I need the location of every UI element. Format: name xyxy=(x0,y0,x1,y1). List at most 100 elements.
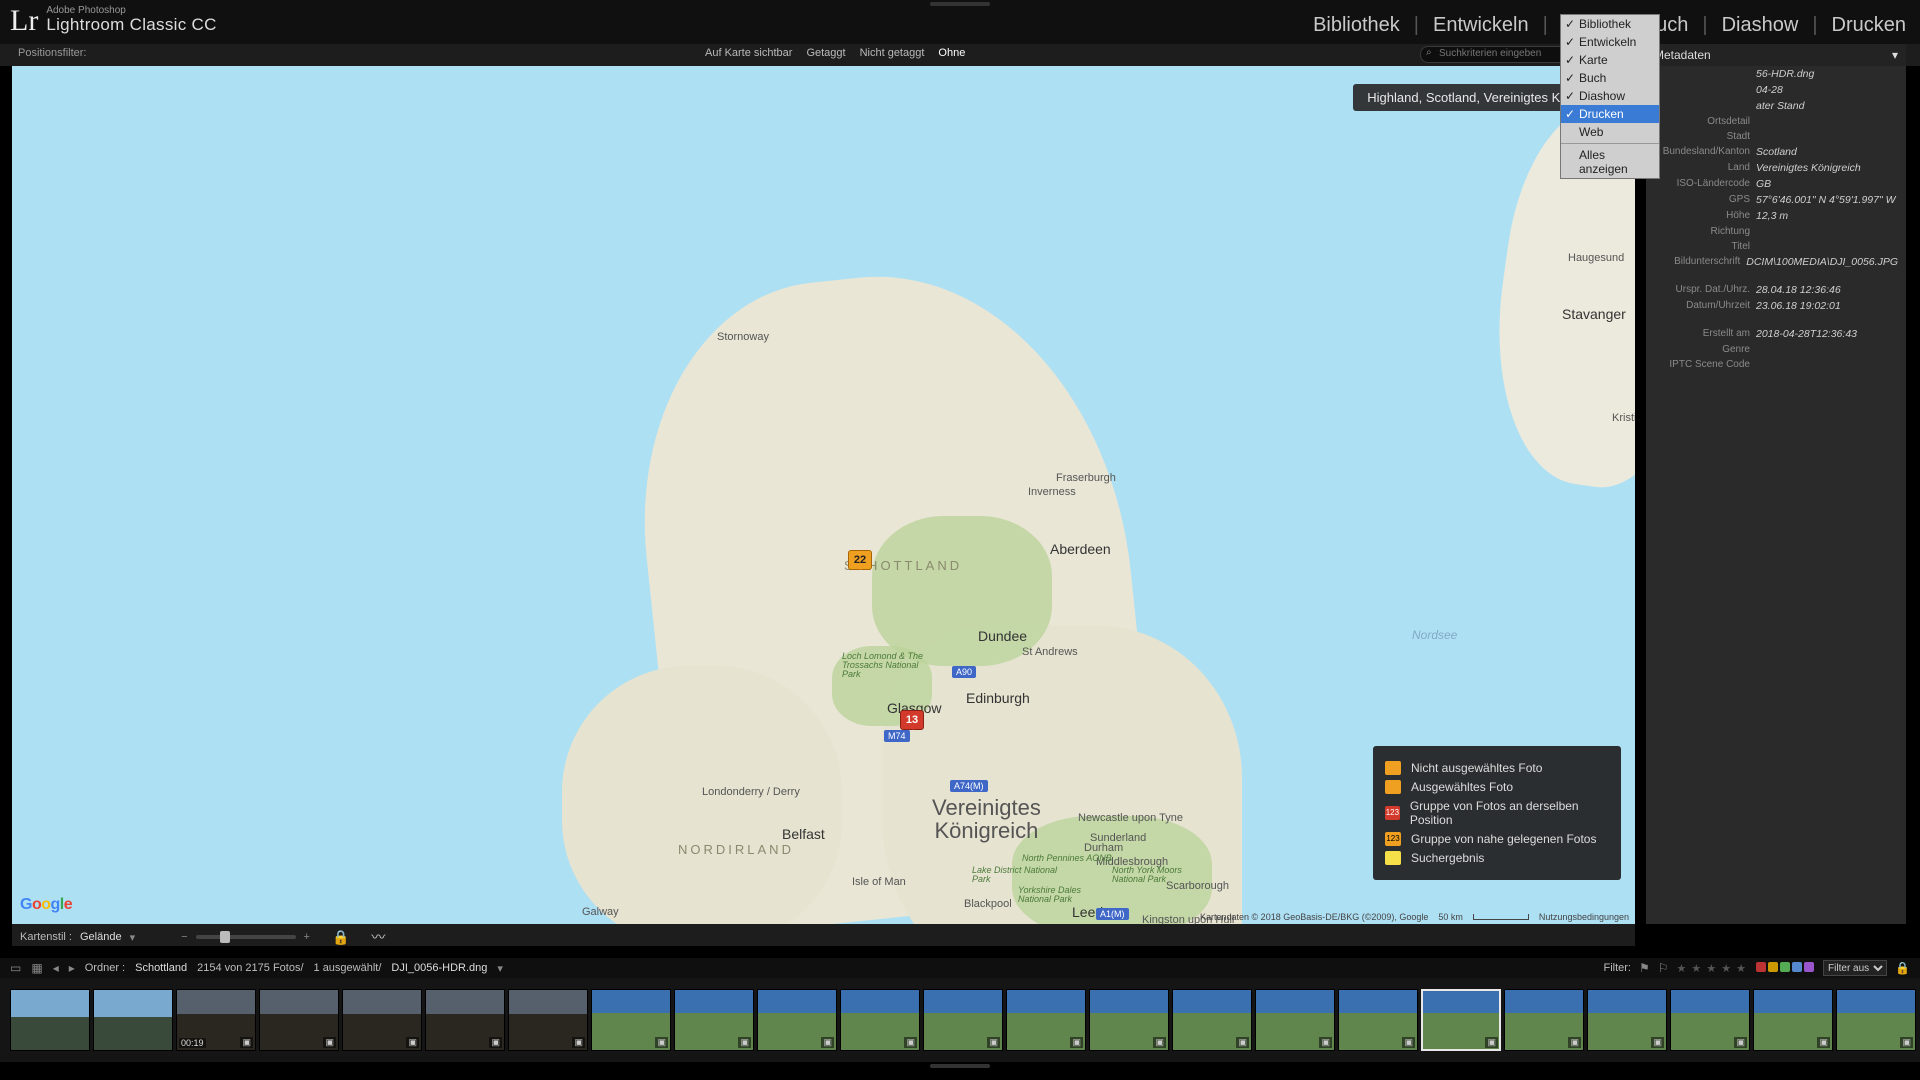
metadata-value[interactable]: 28.04.18 12:36:46 xyxy=(1756,284,1898,296)
module-print[interactable]: Drucken xyxy=(1832,14,1906,37)
filmstrip-thumbnail[interactable]: ▣ xyxy=(425,989,505,1051)
module-menu-show-all[interactable]: Alles anzeigen xyxy=(1561,146,1659,178)
module-menu-item[interactable]: Bibliothek xyxy=(1561,15,1659,33)
metadata-value[interactable]: GB xyxy=(1756,178,1898,190)
legend-swatch xyxy=(1385,851,1401,865)
metadata-value[interactable]: ater Stand xyxy=(1756,100,1898,112)
chevron-down-icon[interactable]: ▾ xyxy=(1892,48,1898,62)
flag-pick-icon[interactable]: ⚑ xyxy=(1639,961,1650,975)
metadata-row: Datum/Uhrzeit23.06.18 19:02:01 xyxy=(1646,298,1906,314)
map-style-value[interactable]: Gelände xyxy=(80,931,122,943)
legend-swatch xyxy=(1385,761,1401,775)
selected-count: 1 ausgewählt/ xyxy=(314,962,382,974)
filter-label: Filter: xyxy=(1603,962,1631,974)
module-menu-item[interactable]: Diashow xyxy=(1561,87,1659,105)
filmstrip-thumbnail[interactable] xyxy=(10,989,90,1051)
filter-untagged[interactable]: Nicht getaggt xyxy=(860,47,925,59)
metadata-value[interactable]: DCIM\100MEDIA\DJI_0056.JPG xyxy=(1746,256,1898,268)
map-photo-cluster-pin[interactable]: 13 xyxy=(900,710,924,730)
thumb-badge-icon: ▣ xyxy=(987,1037,1000,1048)
map-attribution: Kartendaten © 2018 GeoBasis-DE/BKG (©200… xyxy=(1200,912,1629,922)
module-menu-item[interactable]: Karte xyxy=(1561,51,1659,69)
filmstrip-thumbnail[interactable]: ▣ xyxy=(1006,989,1086,1051)
tracklog-icon[interactable]: 〰 xyxy=(371,927,385,947)
filmstrip-thumbnail[interactable]: ▣ xyxy=(1255,989,1335,1051)
metadata-value[interactable] xyxy=(1756,116,1898,127)
filmstrip-thumbnail[interactable]: ▣ xyxy=(1421,989,1501,1051)
grid-icon[interactable]: ▦ xyxy=(31,961,42,975)
filmstrip-thumbnail[interactable] xyxy=(93,989,173,1051)
metadata-value[interactable]: 23.06.18 19:02:01 xyxy=(1756,300,1898,312)
color-label-filter[interactable] xyxy=(1755,962,1815,975)
module-slideshow[interactable]: Diashow xyxy=(1722,14,1799,37)
metadata-row: GPS 57°6'46.001" N 4°59'1.997" W xyxy=(1646,192,1906,208)
filmstrip-thumbnail[interactable]: ▣ xyxy=(840,989,920,1051)
metadata-key: GPS xyxy=(1654,194,1750,206)
metadata-value[interactable]: Scotland xyxy=(1756,146,1898,158)
map-copyright: Kartendaten © 2018 GeoBasis-DE/BKG (©200… xyxy=(1200,912,1428,922)
filter-lock-icon[interactable]: 🔒 xyxy=(1895,961,1910,975)
metadata-row: Richtung xyxy=(1646,224,1906,239)
map-terms-link[interactable]: Nutzungsbedingungen xyxy=(1539,912,1629,922)
filmstrip-thumbnail[interactable]: ▣ xyxy=(1587,989,1667,1051)
map-zoom-slider[interactable] xyxy=(196,935,296,939)
map-canvas[interactable]: VereinigtesKönigreich SCHOTTLAND NORDIRL… xyxy=(12,66,1635,924)
thumb-badge-icon: ▣ xyxy=(821,1037,834,1048)
module-develop[interactable]: Entwickeln xyxy=(1433,14,1529,37)
module-visibility-menu[interactable]: BibliothekEntwickelnKarteBuchDiashowDruc… xyxy=(1560,14,1660,179)
map-road-shield: A1(M) xyxy=(1096,908,1129,920)
metadata-value[interactable] xyxy=(1756,359,1898,370)
metadata-header[interactable]: Metadaten▾ xyxy=(1646,44,1906,66)
filmstrip-thumbnail[interactable]: ▣ xyxy=(1753,989,1833,1051)
flag-reject-icon[interactable]: ⚐ xyxy=(1658,961,1669,975)
metadata-value[interactable]: 2018-04-28T12:36:43 xyxy=(1756,328,1898,340)
filmstrip-thumbnail[interactable]: ▣ xyxy=(1172,989,1252,1051)
module-menu-item[interactable]: Drucken xyxy=(1561,105,1659,123)
metadata-value[interactable]: 12,3 m xyxy=(1756,210,1898,222)
filmstrip-thumbnail[interactable]: ▣ xyxy=(259,989,339,1051)
rating-filter[interactable]: ★ ★ ★ ★ ★ xyxy=(1677,962,1748,975)
filter-preset-select[interactable]: Filter aus xyxy=(1823,960,1887,976)
folder-name[interactable]: Schottland xyxy=(135,962,187,974)
thumb-badge-icon: ▣ xyxy=(1070,1037,1083,1048)
metadata-value[interactable]: 57°6'46.001" N 4°59'1.997" W xyxy=(1756,194,1898,206)
map-photo-cluster-pin[interactable]: 22 xyxy=(848,550,872,570)
filmstrip-thumbnail[interactable]: ▣ xyxy=(508,989,588,1051)
filmstrip-thumbnail[interactable]: ▣ xyxy=(674,989,754,1051)
legend-label: Nicht ausgewähltes Foto xyxy=(1411,761,1542,775)
filmstrip-thumbnail[interactable]: ▣ xyxy=(342,989,422,1051)
filmstrip-thumbnail[interactable]: ▣ xyxy=(1504,989,1584,1051)
module-menu-item[interactable]: Buch xyxy=(1561,69,1659,87)
filmstrip-thumbnail[interactable]: ▣ xyxy=(591,989,671,1051)
map-scale-label: 50 km xyxy=(1438,912,1463,922)
metadata-value[interactable] xyxy=(1756,241,1898,252)
filter-visible-on-map[interactable]: Auf Karte sichtbar xyxy=(705,47,792,59)
filmstrip-thumbnail[interactable]: ▣ xyxy=(757,989,837,1051)
metadata-value[interactable]: Vereinigtes Königreich xyxy=(1756,162,1898,174)
module-library[interactable]: Bibliothek xyxy=(1313,14,1400,37)
module-menu-item[interactable]: Entwickeln xyxy=(1561,33,1659,51)
thumb-badge-icon: ▣ xyxy=(1817,1037,1830,1048)
filmstrip-thumbnail[interactable]: ▣ xyxy=(1338,989,1418,1051)
filmstrip-thumbnail[interactable]: ▣ xyxy=(1670,989,1750,1051)
second-window-icon[interactable]: ▭ xyxy=(10,961,21,975)
filter-tagged[interactable]: Getaggt xyxy=(806,47,845,59)
metadata-value[interactable] xyxy=(1756,344,1898,355)
filter-none[interactable]: Ohne xyxy=(938,47,965,59)
metadata-value[interactable] xyxy=(1756,131,1898,142)
metadata-value[interactable] xyxy=(1756,226,1898,237)
metadata-key: Bundesland/Kanton xyxy=(1654,146,1750,158)
metadata-row: Genre xyxy=(1646,342,1906,357)
filmstrip-thumbnail[interactable]: ▣ xyxy=(1089,989,1169,1051)
module-menu-item[interactable]: Web xyxy=(1561,123,1659,141)
filmstrip-thumbnail[interactable]: ▣ xyxy=(1836,989,1916,1051)
lock-icon[interactable]: 🔒 xyxy=(332,929,349,946)
forward-icon[interactable]: ▸ xyxy=(69,961,75,975)
bottom-panel-grip[interactable] xyxy=(930,1064,990,1068)
filmstrip-thumbnail[interactable]: ▣ xyxy=(923,989,1003,1051)
filmstrip-thumbnail[interactable]: ▣00:19 xyxy=(176,989,256,1051)
top-panel-grip[interactable] xyxy=(930,2,990,6)
metadata-value[interactable]: 04-28 xyxy=(1756,84,1898,96)
filmstrip[interactable]: ▣00:19▣▣▣▣▣▣▣▣▣▣▣▣▣▣▣▣▣▣▣▣ xyxy=(0,978,1920,1062)
back-icon[interactable]: ◂ xyxy=(53,961,59,975)
